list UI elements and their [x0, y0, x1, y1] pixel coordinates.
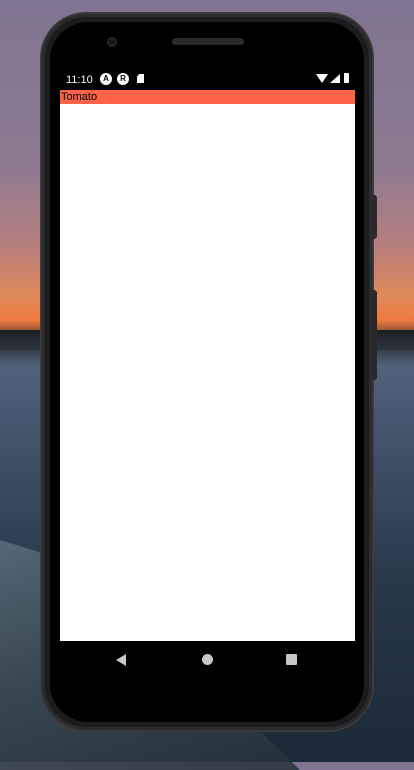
battery-icon — [344, 73, 349, 83]
home-icon[interactable] — [202, 654, 213, 665]
sd-card-icon — [137, 74, 144, 83]
status-time: 11:10 — [66, 74, 93, 86]
volume-button[interactable] — [372, 290, 377, 380]
earpiece-speaker — [172, 38, 244, 45]
back-icon[interactable] — [116, 654, 126, 666]
power-button[interactable] — [372, 195, 377, 239]
app-r-icon: R — [117, 73, 129, 85]
recents-icon[interactable] — [286, 654, 297, 665]
tomato-banner: Tomato — [60, 90, 355, 104]
signal-icon — [330, 74, 340, 83]
navigation-bar — [60, 641, 355, 681]
status-bar: 11:10 A R — [60, 70, 355, 90]
app-a-icon: A — [100, 73, 112, 85]
wifi-icon — [316, 74, 328, 83]
app-screen: Tomato — [60, 90, 355, 641]
front-camera — [107, 37, 117, 47]
